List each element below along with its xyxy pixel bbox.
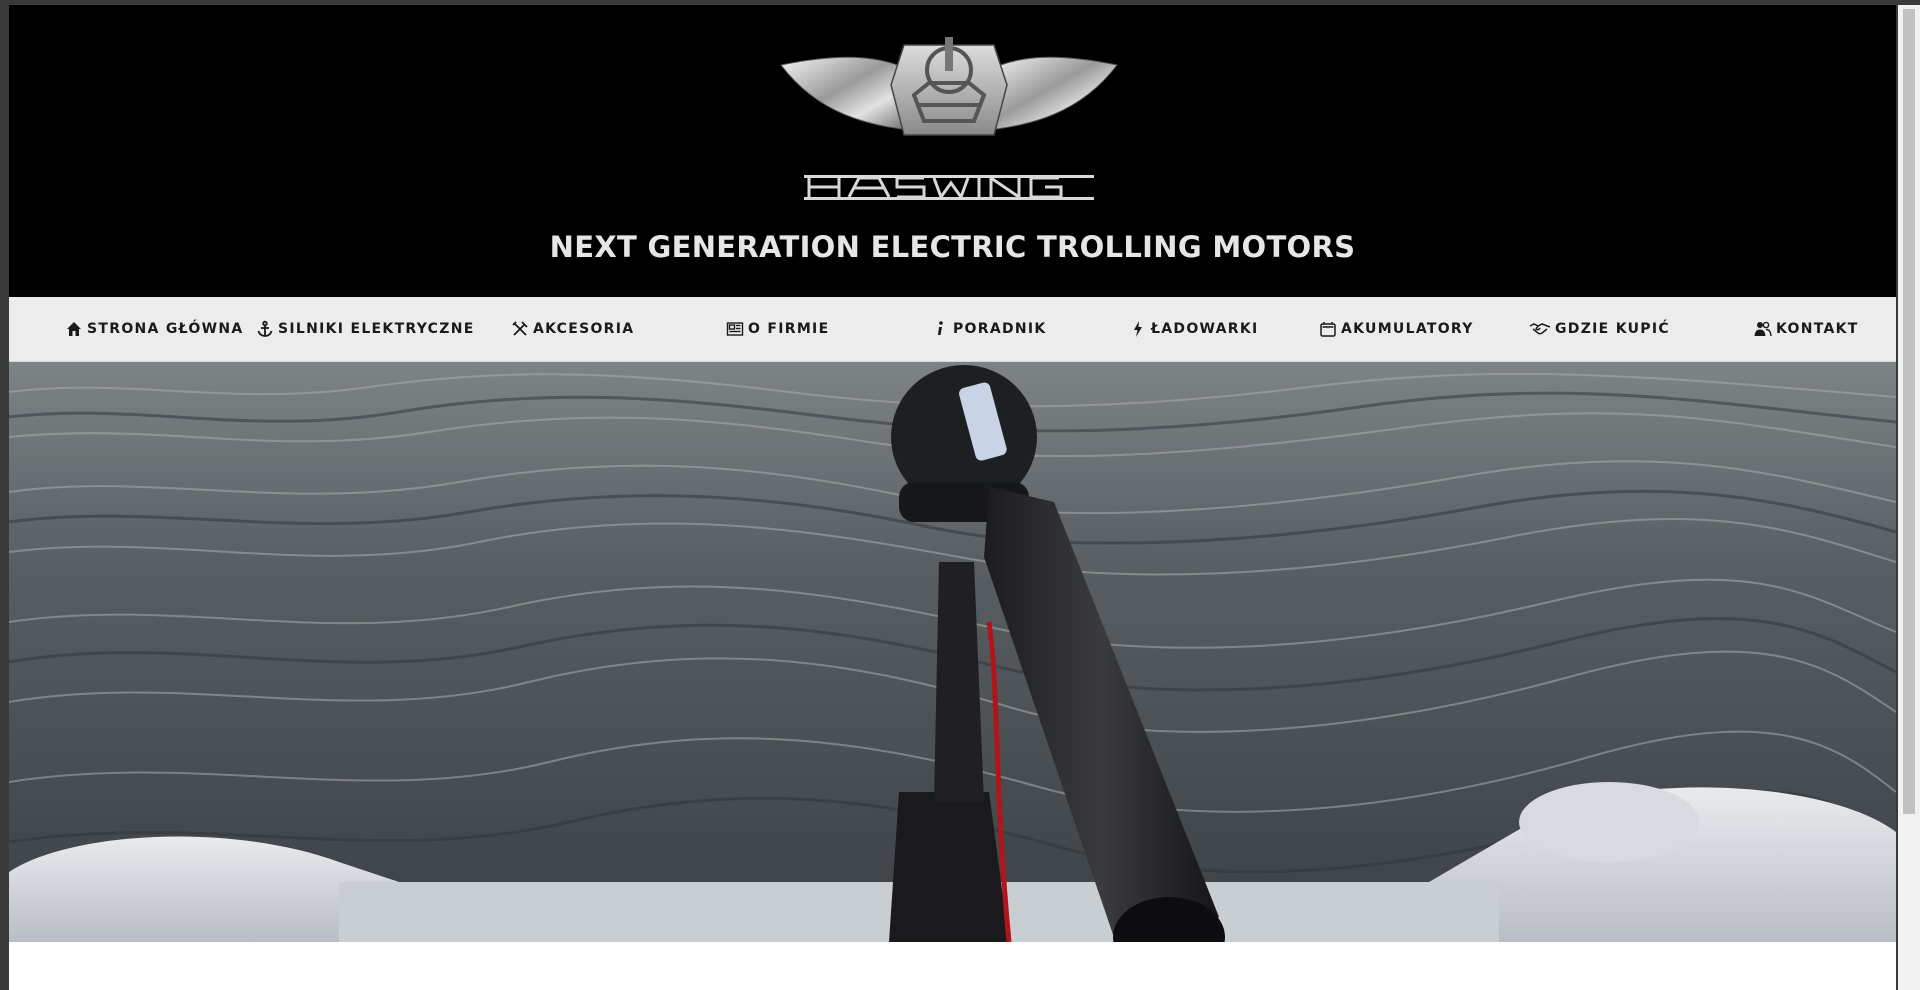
nav-item-o-firmie[interactable]: O FIRMIE <box>726 297 829 361</box>
newspaper-icon <box>726 320 744 338</box>
page-scrollbar[interactable] <box>1898 5 1920 990</box>
bolt-icon <box>1129 320 1147 338</box>
nav-label: SILNIKI ELEKTRYCZNE <box>278 321 475 337</box>
nav-label: KONTAKT <box>1776 321 1859 337</box>
nav-label: O FIRMIE <box>748 321 830 337</box>
nav-item-ladowarki[interactable]: ŁADOWARKI <box>1129 297 1259 361</box>
nav-item-gdzie-kupic[interactable]: GDZIE KUPIĆ <box>1529 297 1670 361</box>
site-header: NEXT GENERATION ELECTRIC TROLLING MOTORS <box>9 5 1896 297</box>
home-icon <box>65 320 83 338</box>
nav-label: GDZIE KUPIĆ <box>1555 321 1670 337</box>
nav-item-akumulatory[interactable]: AKUMULATORY <box>1319 297 1474 361</box>
nav-label: PORADNIK <box>953 321 1047 337</box>
nav-item-silniki[interactable]: SILNIKI ELEKTRYCZNE <box>256 297 475 361</box>
haswing-logo[interactable] <box>779 25 1119 205</box>
hero-image <box>9 362 1896 942</box>
nav-item-akcesoria[interactable]: AKCESORIA <box>511 297 634 361</box>
nav-label: AKCESORIA <box>533 321 635 337</box>
tools-icon <box>511 320 529 338</box>
nav-item-poradnik[interactable]: PORADNIK <box>931 297 1047 361</box>
nav-label: ŁADOWARKI <box>1151 321 1259 337</box>
nav-label: STRONA GŁÓWNA <box>87 321 244 337</box>
hero-photo <box>9 362 1896 942</box>
nav-item-kontakt[interactable]: KONTAKT <box>1754 297 1859 361</box>
scrollbar-thumb[interactable] <box>1903 9 1915 814</box>
tagline: NEXT GENERATION ELECTRIC TROLLING MOTORS <box>549 230 1356 264</box>
handshake-icon <box>1529 320 1551 338</box>
page: NEXT GENERATION ELECTRIC TROLLING MOTORS… <box>9 5 1896 990</box>
anchor-icon <box>256 320 274 338</box>
nav-item-home[interactable]: STRONA GŁÓWNA <box>65 297 244 361</box>
nav-label: AKUMULATORY <box>1341 321 1474 337</box>
main-navigation: STRONA GŁÓWNA SILNIKI ELEKTRYCZNE AKCESO… <box>9 297 1896 362</box>
battery-icon <box>1319 320 1337 338</box>
contact-icon <box>1754 320 1772 338</box>
info-icon <box>931 320 949 338</box>
